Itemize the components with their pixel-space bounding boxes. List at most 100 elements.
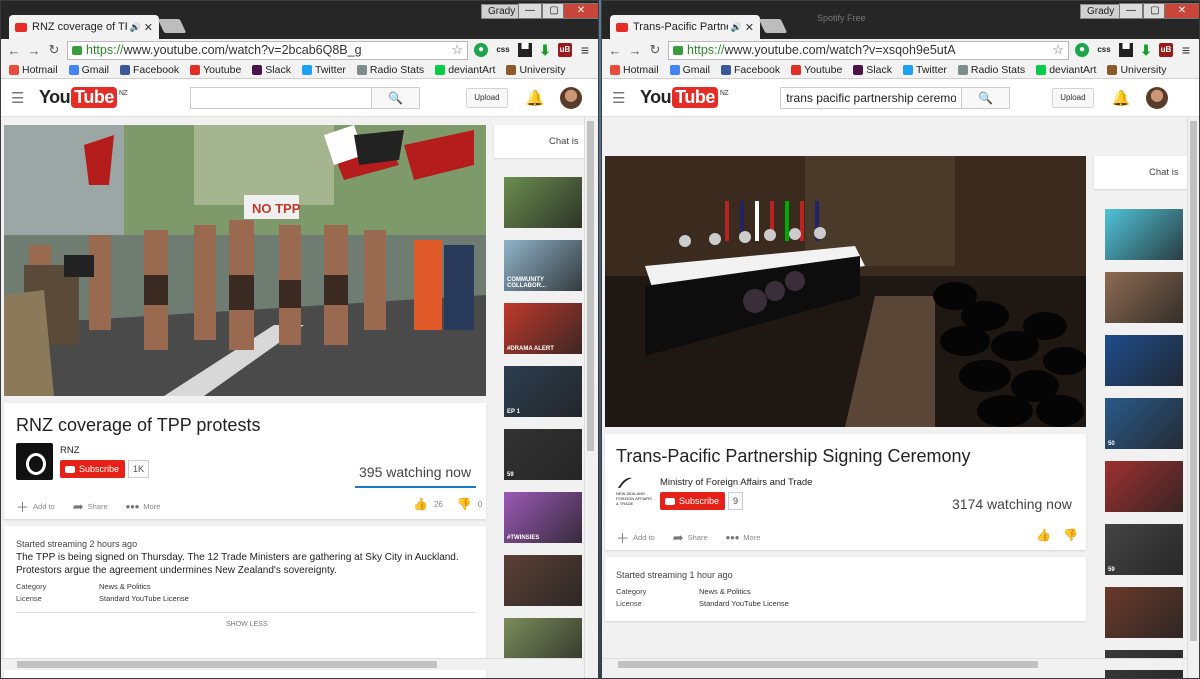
reload-icon[interactable]: ↻ <box>648 42 662 58</box>
forward-icon[interactable]: → <box>628 43 642 58</box>
bookmark-deviantart[interactable]: deviantArt <box>435 64 495 76</box>
related-video-thumbnail[interactable] <box>1105 272 1183 323</box>
chrome-menu-icon[interactable]: ≡ <box>578 43 592 57</box>
search-icon[interactable]: 🔍 <box>371 87 420 108</box>
vertical-scrollbar[interactable] <box>584 117 596 678</box>
thumbs-up-icon[interactable]: 👍 <box>413 497 428 511</box>
horizontal-scrollbar[interactable] <box>602 658 1187 670</box>
video-player[interactable] <box>605 156 1086 427</box>
notifications-bell-icon[interactable]: 🔔 <box>1112 89 1131 107</box>
horizontal-scrollbar[interactable] <box>1 658 584 670</box>
related-video-thumbnail[interactable]: 59 <box>1105 524 1183 575</box>
bookmark-twitter[interactable]: Twitter <box>902 64 947 76</box>
css-extension-icon[interactable]: css <box>1095 43 1113 57</box>
notifications-bell-icon[interactable]: 🔔 <box>526 89 545 107</box>
related-video-thumbnail[interactable] <box>504 555 582 606</box>
subscribe-button[interactable]: Subscribe <box>60 460 126 478</box>
channel-name[interactable]: Ministry of Foreign Affairs and Trade <box>660 477 812 488</box>
category-value[interactable]: News & Politics <box>699 587 751 596</box>
minimize-button[interactable]: — <box>518 3 542 19</box>
bookmark-university[interactable]: University <box>1107 64 1167 76</box>
forward-icon[interactable]: → <box>27 43 41 58</box>
bookmark-radio-stats[interactable]: Radio Stats <box>356 64 424 76</box>
thumbs-up-icon[interactable]: 👍 <box>1036 528 1051 542</box>
reload-icon[interactable]: ↻ <box>47 42 61 58</box>
related-video-thumbnail[interactable] <box>1105 335 1183 386</box>
vertical-scroll-thumb[interactable] <box>587 121 594 451</box>
channel-name[interactable]: RNZ <box>60 445 80 456</box>
bookmark-star-icon[interactable]: ☆ <box>451 42 463 58</box>
related-video-thumbnail[interactable]: COMMUNITY COLLABOR... <box>504 240 582 291</box>
horizontal-scroll-thumb[interactable] <box>17 661 437 668</box>
bookmark-twitter[interactable]: Twitter <box>301 64 346 76</box>
mfat-channel-logo[interactable]: NEW ZEALAND FOREIGN AFFAIRS & TRADE <box>616 476 653 506</box>
browser-tab-rnz[interactable]: RNZ coverage of TPP p 🔊 ✕ <box>9 15 159 39</box>
more-button[interactable]: ••• More <box>126 499 161 514</box>
add-to-button[interactable]: ＋ Add to <box>16 497 55 516</box>
vertical-scrollbar[interactable] <box>1187 117 1199 678</box>
ublock-icon[interactable]: uB <box>558 43 572 57</box>
related-video-thumbnail[interactable]: #DRAMA ALERT <box>504 303 582 354</box>
guide-menu-icon[interactable]: ☰ <box>612 89 640 107</box>
bookmark-radio-stats[interactable]: Radio Stats <box>957 64 1025 76</box>
close-window-button[interactable]: ✕ <box>1164 3 1199 19</box>
close-window-button[interactable]: ✕ <box>563 3 598 19</box>
bookmark-gmail[interactable]: Gmail <box>68 64 109 76</box>
bookmark-hotmail[interactable]: Hotmail <box>610 64 659 76</box>
avatar[interactable] <box>1146 86 1169 109</box>
upload-button[interactable]: Upload <box>466 87 508 108</box>
profile-badge[interactable]: Grady <box>1080 4 1122 19</box>
more-button[interactable]: ••• More <box>726 530 761 545</box>
new-tab-button[interactable] <box>758 19 788 33</box>
bookmark-youtube[interactable]: Youtube <box>791 64 842 76</box>
chrome-menu-icon[interactable]: ≡ <box>1179 43 1193 57</box>
close-tab-icon[interactable]: ✕ <box>144 21 153 34</box>
download-arrow-icon[interactable]: ⬇ <box>1139 43 1153 57</box>
related-video-thumbnail[interactable] <box>1105 461 1183 512</box>
related-video-thumbnail[interactable]: 59 <box>504 429 582 480</box>
related-video-thumbnail[interactable]: 50 <box>1105 398 1183 449</box>
close-tab-icon[interactable]: ✕ <box>745 21 754 34</box>
youtube-logo[interactable]: You Tube NZ <box>640 87 729 108</box>
minimize-button[interactable]: — <box>1119 3 1143 19</box>
search-input[interactable] <box>781 87 962 108</box>
back-icon[interactable]: ← <box>608 43 622 58</box>
related-video-thumbnail[interactable] <box>1105 587 1183 638</box>
related-video-thumbnail[interactable]: EP 1 <box>504 366 582 417</box>
back-icon[interactable]: ← <box>7 43 21 58</box>
mask-extension-icon[interactable]: ▀ <box>1119 43 1133 57</box>
download-arrow-icon[interactable]: ⬇ <box>538 43 552 57</box>
related-video-thumbnail[interactable]: #TWINSIES <box>504 492 582 543</box>
mask-extension-icon[interactable]: ▀ <box>518 43 532 57</box>
avatar[interactable] <box>560 86 583 109</box>
bookmark-slack[interactable]: Slack <box>252 64 291 76</box>
add-to-button[interactable]: ＋ Add to <box>616 528 655 547</box>
video-player[interactable]: NO TPP <box>4 125 486 396</box>
extension-green-icon[interactable]: ● <box>1075 43 1089 57</box>
upload-button[interactable]: Upload <box>1052 87 1094 108</box>
profile-badge[interactable]: Grady <box>481 4 523 19</box>
share-button[interactable]: ➦ Share <box>73 499 108 515</box>
share-button[interactable]: ➦ Share <box>673 530 708 546</box>
rnz-channel-logo[interactable] <box>16 443 53 480</box>
new-tab-button[interactable] <box>157 19 187 33</box>
thumbs-down-icon[interactable]: 👎 <box>457 497 472 511</box>
related-video-thumbnail[interactable] <box>1105 209 1183 260</box>
category-value[interactable]: News & Politics <box>99 582 151 591</box>
bookmark-deviantart[interactable]: deviantArt <box>1036 64 1096 76</box>
bookmark-star-icon[interactable]: ☆ <box>1052 42 1064 58</box>
bookmark-facebook[interactable]: Facebook <box>721 64 780 76</box>
youtube-logo[interactable]: You Tube NZ <box>39 87 128 108</box>
bookmark-facebook[interactable]: Facebook <box>120 64 179 76</box>
thumbs-down-icon[interactable]: 👎 <box>1063 528 1078 542</box>
ublock-icon[interactable]: uB <box>1159 43 1173 57</box>
vertical-scroll-thumb[interactable] <box>1190 121 1197 641</box>
guide-menu-icon[interactable]: ☰ <box>11 89 39 107</box>
bookmark-youtube[interactable]: Youtube <box>190 64 241 76</box>
bookmark-gmail[interactable]: Gmail <box>669 64 710 76</box>
related-video-thumbnail[interactable] <box>504 177 582 228</box>
horizontal-scroll-thumb[interactable] <box>618 661 1038 668</box>
css-extension-icon[interactable]: css <box>494 43 512 57</box>
address-bar[interactable]: https:// www.youtube.com/watch?v=2bcab6Q… <box>67 40 468 60</box>
bookmark-hotmail[interactable]: Hotmail <box>9 64 58 76</box>
